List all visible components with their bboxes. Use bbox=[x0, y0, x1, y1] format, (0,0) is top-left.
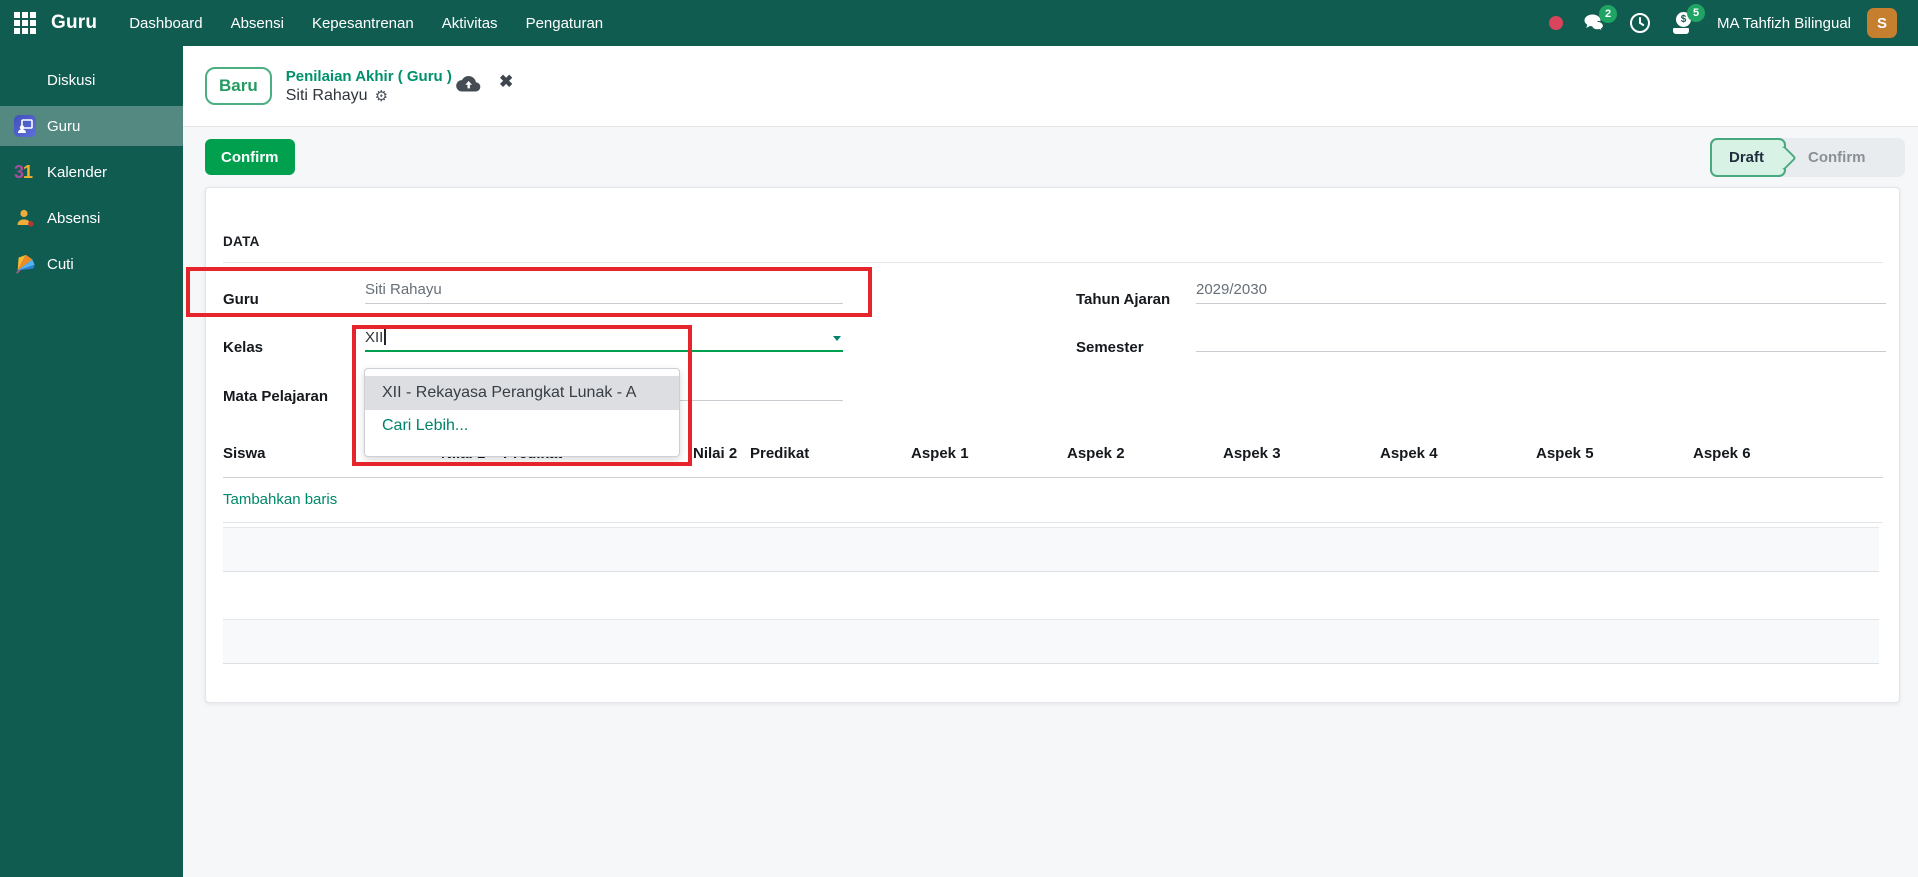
kelas-autocomplete-dropdown: XII - Rekayasa Perangkat Lunak - A Cari … bbox=[364, 368, 680, 457]
col-header-aspek5: Aspek 5 bbox=[1536, 445, 1594, 462]
dropdown-search-more[interactable]: Cari Lebih... bbox=[365, 410, 679, 442]
col-header-siswa: Siswa bbox=[223, 445, 266, 462]
menu-pengaturan[interactable]: Pengaturan bbox=[512, 3, 618, 44]
add-row-link[interactable]: Tambahkan baris bbox=[223, 491, 337, 508]
statusbar-step-draft[interactable]: Draft bbox=[1710, 138, 1786, 177]
attendance-person-icon bbox=[14, 207, 36, 229]
col-header-aspek3: Aspek 3 bbox=[1223, 445, 1281, 462]
col-header-aspek6: Aspek 6 bbox=[1693, 445, 1751, 462]
sidebar-label: Diskusi bbox=[47, 72, 95, 89]
guru-field-input[interactable]: Siti Rahayu bbox=[365, 278, 843, 304]
menu-kepesantrenan[interactable]: Kepesantrenan bbox=[298, 3, 428, 44]
app-brand[interactable]: Guru bbox=[51, 12, 97, 34]
record-status-badge: Baru bbox=[205, 67, 272, 105]
kelas-field-label: Kelas bbox=[223, 339, 363, 356]
empty-table-row bbox=[223, 619, 1879, 664]
breadcrumb-bar: Baru Penilaian Akhir ( Guru ) Siti Rahay… bbox=[183, 46, 1918, 127]
company-name[interactable]: MA Tahfizh Bilingual bbox=[1717, 15, 1851, 32]
teacher-frame-icon bbox=[14, 115, 36, 137]
messages-button[interactable]: 2 bbox=[1583, 13, 1607, 33]
top-navbar: Guru Dashboard Absensi Kepesantrenan Akt… bbox=[0, 0, 1918, 46]
sidebar-item-cuti[interactable]: Cuti bbox=[0, 244, 183, 284]
table-header-divider bbox=[223, 477, 1883, 478]
sidebar-label: Guru bbox=[47, 118, 80, 135]
payments-inbox-button[interactable]: $ 5 bbox=[1673, 12, 1695, 34]
semester-field-input[interactable] bbox=[1196, 326, 1886, 352]
app-root: Guru Dashboard Absensi Kepesantrenan Akt… bbox=[0, 0, 1918, 877]
col-header-aspek1: Aspek 1 bbox=[911, 445, 969, 462]
sidebar-item-absensi[interactable]: Absensi bbox=[0, 198, 183, 238]
tahun-ajaran-field-label: Tahun Ajaran bbox=[1076, 291, 1196, 308]
left-sidebar: Diskusi Guru 31 Kalender bbox=[0, 46, 183, 877]
statusbar-step-confirm[interactable]: Confirm bbox=[1786, 138, 1882, 177]
guru-field-label: Guru bbox=[223, 291, 363, 308]
confirm-button[interactable]: Confirm bbox=[205, 139, 295, 175]
chevron-down-icon[interactable] bbox=[833, 336, 841, 341]
notifications-badge: 5 bbox=[1687, 4, 1705, 22]
sidebar-label: Kalender bbox=[47, 164, 107, 181]
presence-dot-icon bbox=[1549, 16, 1563, 30]
form-sheet: DATA Guru Siti Rahayu Kelas XII Mata Pel… bbox=[205, 187, 1900, 703]
table-row-divider bbox=[223, 522, 1883, 523]
discard-x-icon[interactable]: ✖ bbox=[499, 72, 513, 92]
col-header-aspek2: Aspek 2 bbox=[1067, 445, 1125, 462]
calendar-31-icon: 31 bbox=[14, 161, 36, 183]
dropdown-option-kelas[interactable]: XII - Rekayasa Perangkat Lunak - A bbox=[365, 376, 679, 410]
activities-button[interactable] bbox=[1629, 12, 1651, 34]
breadcrumb-current: Siti Rahayu bbox=[286, 87, 368, 105]
clock-icon bbox=[1629, 12, 1651, 34]
text-caret bbox=[384, 329, 386, 345]
menu-absensi[interactable]: Absensi bbox=[217, 3, 298, 44]
umbrella-icon bbox=[14, 253, 36, 275]
col-header-aspek4: Aspek 4 bbox=[1380, 445, 1438, 462]
kelas-field-input[interactable]: XII bbox=[365, 326, 843, 352]
messages-badge: 2 bbox=[1599, 5, 1617, 23]
col-header-nilai2: Nilai 2 bbox=[693, 445, 737, 462]
menu-dashboard[interactable]: Dashboard bbox=[115, 3, 216, 44]
topbar-right: 2 $ 5 MA Tahfizh Bilingual S bbox=[1549, 8, 1897, 38]
apps-grid-icon[interactable] bbox=[14, 12, 36, 34]
menu-aktivitas[interactable]: Aktivitas bbox=[428, 3, 512, 44]
statusbar: Draft Confirm bbox=[1710, 138, 1905, 177]
sidebar-item-guru[interactable]: Guru bbox=[0, 106, 183, 146]
section-title: DATA bbox=[223, 234, 260, 249]
col-header-predikat2: Predikat bbox=[750, 445, 809, 462]
gear-icon[interactable]: ⚙ bbox=[375, 87, 388, 105]
sidebar-label: Absensi bbox=[47, 210, 100, 227]
top-menu: Dashboard Absensi Kepesantrenan Aktivita… bbox=[115, 3, 617, 44]
user-avatar[interactable]: S bbox=[1867, 8, 1897, 38]
discuss-bubble-icon bbox=[14, 69, 36, 91]
empty-table-row bbox=[223, 527, 1879, 572]
section-divider bbox=[223, 262, 1883, 263]
tahun-ajaran-field-input[interactable]: 2029/2030 bbox=[1196, 278, 1886, 304]
breadcrumb: Penilaian Akhir ( Guru ) Siti Rahayu ⚙ bbox=[286, 68, 452, 105]
sidebar-item-diskusi[interactable]: Diskusi bbox=[0, 60, 183, 100]
breadcrumb-parent-link[interactable]: Penilaian Akhir ( Guru ) bbox=[286, 68, 452, 85]
mata-pelajaran-field-label: Mata Pelajaran bbox=[223, 388, 363, 405]
semester-field-label: Semester bbox=[1076, 339, 1196, 356]
sidebar-label: Cuti bbox=[47, 256, 74, 273]
sidebar-item-kalender[interactable]: 31 Kalender bbox=[0, 152, 183, 192]
save-cloud-icon[interactable] bbox=[455, 74, 481, 94]
